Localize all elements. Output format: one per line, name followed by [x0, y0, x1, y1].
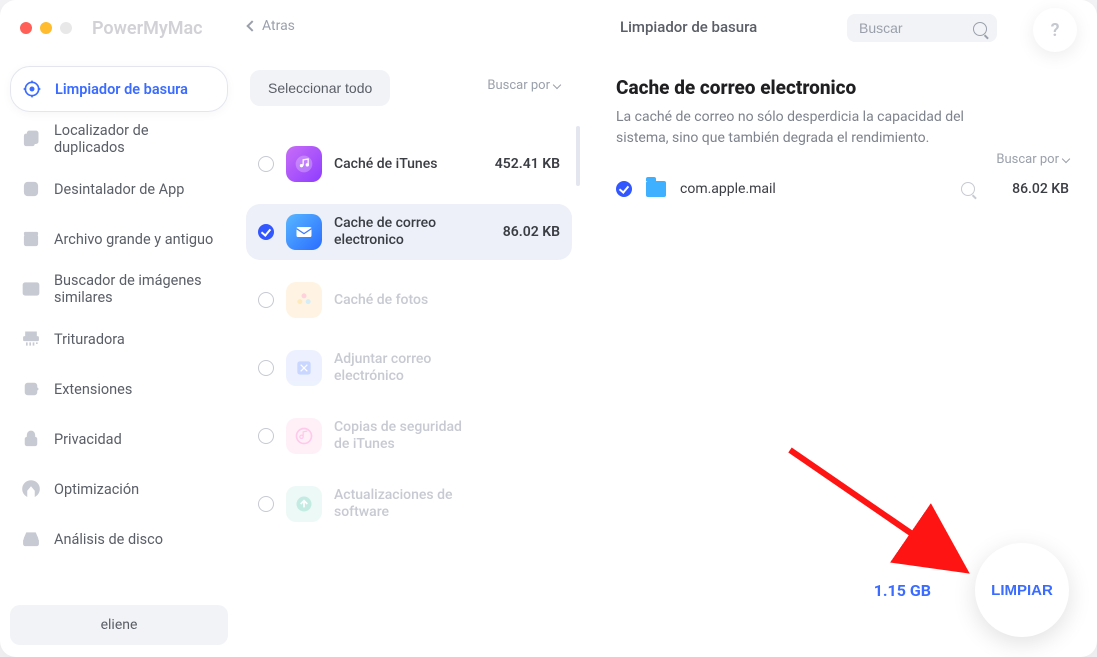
maximize-window-icon — [60, 22, 72, 34]
scan-icon — [21, 78, 43, 100]
uninstall-icon: A — [20, 178, 42, 200]
sort-by-dropdown[interactable]: Buscar por — [487, 78, 560, 93]
question-icon: ? — [1051, 20, 1060, 41]
mail-icon — [286, 214, 322, 250]
svg-text:A: A — [27, 182, 35, 196]
attach-icon — [286, 350, 322, 386]
update-icon — [286, 486, 322, 522]
page-title: Limpiador de basura — [620, 18, 757, 36]
category-item-mail[interactable]: Cache de correo electronico 86.02 KB — [246, 204, 572, 260]
folder-icon — [646, 181, 666, 197]
category-label: Caché de iTunes — [334, 156, 468, 173]
chevron-left-icon — [246, 20, 257, 31]
detail-sort-dropdown[interactable]: Buscar por — [996, 152, 1069, 167]
category-checkbox[interactable] — [258, 496, 274, 512]
select-all-button[interactable]: Seleccionar todo — [250, 70, 390, 106]
file-row[interactable]: com.apple.mail 86.02 KB — [616, 181, 1069, 197]
minimize-window-icon[interactable] — [40, 22, 52, 34]
category-checkbox[interactable] — [258, 156, 274, 172]
sidebar-item-label: Limpiador de basura — [55, 81, 188, 98]
sidebar-item-label: Desintalador de App — [54, 181, 184, 198]
backup-icon — [286, 418, 322, 454]
sidebar-item-label: Archivo grande y antiguo — [54, 231, 213, 248]
category-size: 452.41 KB — [480, 156, 560, 172]
chevron-down-icon — [1062, 154, 1070, 162]
help-button[interactable]: ? — [1033, 8, 1077, 52]
sidebar-item-label: Buscador de imágenes similares — [54, 272, 218, 306]
back-label: Atras — [262, 18, 295, 34]
category-checkbox[interactable] — [258, 292, 274, 308]
images-icon — [20, 278, 42, 300]
sidebar-item-label: Análisis de disco — [54, 531, 163, 548]
sidebar-item-shredder[interactable]: Trituradora — [10, 316, 228, 362]
window-controls[interactable] — [20, 22, 72, 34]
category-size: 86.02 KB — [480, 224, 560, 240]
sidebar-item-label: Trituradora — [54, 331, 125, 348]
sidebar-item-ext[interactable]: Extensiones — [10, 366, 228, 412]
category-label: Caché de fotos — [334, 292, 468, 309]
category-panel: Seleccionar todo Buscar por Caché de iTu… — [238, 56, 578, 657]
back-button[interactable]: Atras — [248, 18, 295, 34]
file-name: com.apple.mail — [680, 181, 947, 197]
ext-icon — [20, 378, 42, 400]
sidebar-item-label: Optimización — [54, 481, 139, 498]
category-item-update[interactable]: Actualizaciones de software — [246, 476, 572, 532]
sidebar-item-lock[interactable]: Privacidad — [10, 416, 228, 462]
sidebar-item-label: Privacidad — [54, 431, 122, 448]
category-item-itunes[interactable]: Caché de iTunes 452.41 KB — [246, 136, 572, 192]
opt-icon — [20, 478, 42, 500]
dup-icon — [20, 128, 42, 150]
category-item-photos[interactable]: Caché de fotos — [246, 272, 572, 328]
disk-icon — [20, 528, 42, 550]
lock-icon — [20, 428, 42, 450]
detail-description: La caché de correo no sólo desperdicia l… — [616, 107, 966, 149]
sidebar-item-disk[interactable]: Análisis de disco — [10, 516, 228, 562]
total-size-label: 1.15 GB — [874, 581, 931, 600]
user-account-button[interactable]: eliene — [10, 605, 228, 645]
app-title: PowerMyMac — [92, 18, 203, 39]
sidebar-item-images[interactable]: Buscador de imágenes similares — [10, 266, 228, 312]
detail-panel: Cache de correo electronico La caché de … — [578, 56, 1097, 657]
category-checkbox[interactable] — [258, 428, 274, 444]
chevron-down-icon — [553, 80, 561, 88]
sidebar-item-uninstall[interactable]: A Desintalador de App — [10, 166, 228, 212]
search-icon — [973, 22, 987, 36]
category-checkbox[interactable] — [258, 224, 274, 240]
category-label: Cache de correo electronico — [334, 215, 468, 249]
sidebar-item-bigfile[interactable]: Archivo grande y antiguo — [10, 216, 228, 262]
close-window-icon[interactable] — [20, 22, 32, 34]
user-name: eliene — [101, 617, 138, 633]
sidebar: Limpiador de basura Localizador de dupli… — [0, 56, 238, 657]
category-item-attach[interactable]: Adjuntar correo electrónico — [246, 340, 572, 396]
category-label: Adjuntar correo electrónico — [334, 351, 468, 385]
clean-button[interactable]: LIMPIAR — [975, 543, 1069, 637]
file-size: 86.02 KB — [989, 181, 1069, 197]
category-label: Copias de seguridad de iTunes — [334, 419, 468, 453]
sidebar-item-label: Extensiones — [54, 381, 132, 398]
category-label: Actualizaciones de software — [334, 487, 468, 521]
sidebar-item-opt[interactable]: Optimización — [10, 466, 228, 512]
category-checkbox[interactable] — [258, 360, 274, 376]
detail-title: Cache de correo electronico — [616, 76, 1069, 99]
shredder-icon — [20, 328, 42, 350]
itunes-icon — [286, 146, 322, 182]
sidebar-item-dup[interactable]: Localizador de duplicados — [10, 116, 228, 162]
photos-icon — [286, 282, 322, 318]
reveal-in-finder-icon[interactable] — [961, 182, 975, 196]
category-item-backup[interactable]: Copias de seguridad de iTunes — [246, 408, 572, 464]
bigfile-icon — [20, 228, 42, 250]
file-checkbox[interactable] — [616, 181, 632, 197]
sidebar-item-label: Localizador de duplicados — [54, 122, 218, 156]
sidebar-item-scan[interactable]: Limpiador de basura — [10, 66, 228, 112]
